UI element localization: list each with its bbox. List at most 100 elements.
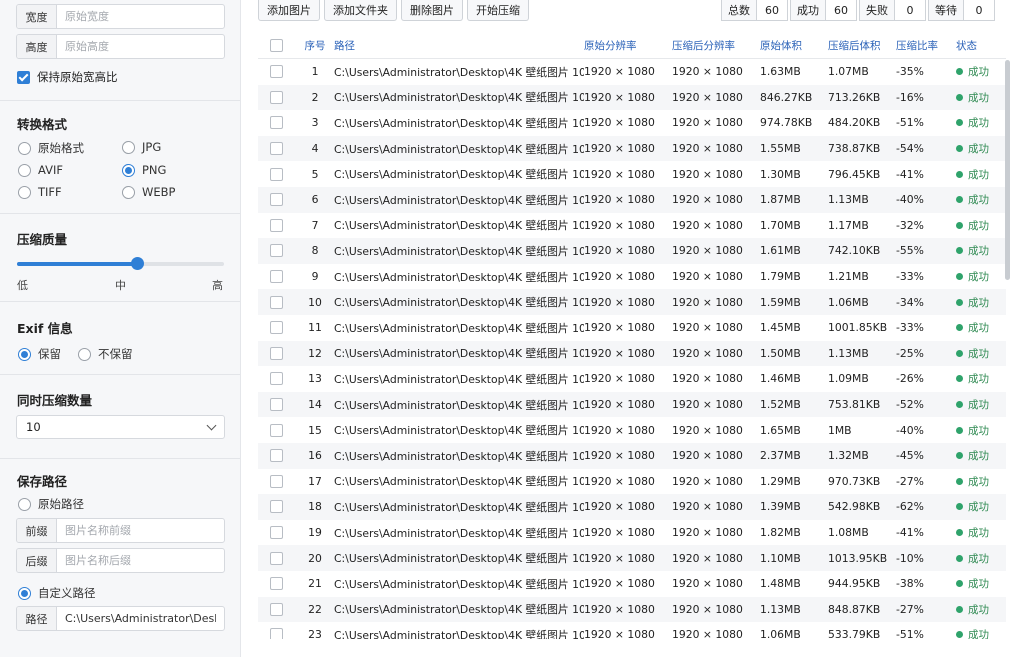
row-select[interactable]: [258, 577, 296, 591]
keep-ratio-checkbox[interactable]: 保持原始宽高比: [17, 69, 118, 85]
radio-icon[interactable]: [78, 347, 91, 361]
delete-image-button[interactable]: 删除图片: [401, 0, 463, 21]
row-select[interactable]: [258, 116, 296, 130]
save-path-original-option[interactable]: 原始路径: [18, 496, 84, 512]
checkbox-icon[interactable]: [270, 167, 283, 181]
concurrency-select[interactable]: 10: [16, 415, 225, 439]
width-field[interactable]: 宽度: [16, 4, 225, 29]
add-image-button[interactable]: 添加图片: [258, 0, 320, 21]
table-scrollbar[interactable]: [1005, 60, 1010, 280]
suffix-input[interactable]: [57, 554, 224, 567]
table-row[interactable]: 13 C:\Users\Administrator\Desktop\4K 壁纸图片…: [258, 366, 1006, 392]
header-orig-size[interactable]: 原始体积: [760, 38, 828, 53]
header-status[interactable]: 状态: [956, 38, 1006, 53]
checkbox-icon[interactable]: [270, 346, 283, 360]
checkbox-icon[interactable]: [270, 39, 283, 52]
format-option-avif[interactable]: AVIF: [18, 163, 63, 177]
start-compress-button[interactable]: 开始压缩: [467, 0, 529, 21]
checkbox-icon[interactable]: [270, 372, 283, 386]
table-row[interactable]: 10 C:\Users\Administrator\Desktop\4K 壁纸图片…: [258, 289, 1006, 315]
row-select[interactable]: [258, 398, 296, 412]
format-option-jpg[interactable]: JPG: [122, 140, 161, 154]
table-row[interactable]: 7 C:\Users\Administrator\Desktop\4K 壁纸图片 …: [258, 213, 1006, 239]
checkbox-icon[interactable]: [270, 142, 283, 156]
header-select-all[interactable]: [258, 39, 296, 52]
add-folder-button[interactable]: 添加文件夹: [324, 0, 397, 21]
row-select[interactable]: [258, 500, 296, 514]
format-option-png[interactable]: PNG: [122, 163, 166, 177]
radio-icon[interactable]: [18, 163, 31, 177]
table-row[interactable]: 17 C:\Users\Administrator\Desktop\4K 壁纸图片…: [258, 469, 1006, 495]
checkbox-icon[interactable]: [270, 500, 283, 514]
row-select[interactable]: [258, 218, 296, 232]
prefix-field[interactable]: 前缀: [16, 518, 225, 543]
row-select[interactable]: [258, 526, 296, 540]
custom-path-field[interactable]: 路径: [16, 606, 225, 631]
radio-icon[interactable]: [18, 185, 31, 199]
checkbox-icon[interactable]: [270, 65, 283, 79]
header-new-res[interactable]: 压缩后分辨率: [672, 38, 760, 53]
checkbox-icon[interactable]: [270, 602, 283, 616]
table-row[interactable]: 22 C:\Users\Administrator\Desktop\4K 壁纸图片…: [258, 596, 1006, 623]
radio-icon[interactable]: [122, 185, 135, 199]
checkbox-icon[interactable]: [270, 193, 283, 207]
table-row[interactable]: 2 C:\Users\Administrator\Desktop\4K 壁纸图片 …: [258, 84, 1006, 111]
row-select[interactable]: [258, 142, 296, 156]
table-row[interactable]: 15 C:\Users\Administrator\Desktop\4K 壁纸图片…: [258, 417, 1006, 443]
header-ratio[interactable]: 压缩比率: [896, 38, 956, 53]
row-select[interactable]: [258, 346, 296, 360]
row-select[interactable]: [258, 90, 296, 104]
header-index[interactable]: 序号: [296, 38, 334, 53]
row-select[interactable]: [258, 244, 296, 258]
checkbox-icon[interactable]: [270, 244, 283, 258]
table-row[interactable]: 6 C:\Users\Administrator\Desktop\4K 壁纸图片 …: [258, 187, 1006, 213]
table-row[interactable]: 4 C:\Users\Administrator\Desktop\4K 壁纸图片 …: [258, 135, 1006, 162]
checkbox-icon[interactable]: [270, 295, 283, 309]
row-select[interactable]: [258, 295, 296, 309]
width-input[interactable]: [57, 10, 224, 23]
table-row[interactable]: 12 C:\Users\Administrator\Desktop\4K 壁纸图片…: [258, 340, 1006, 367]
table-row[interactable]: 18 C:\Users\Administrator\Desktop\4K 壁纸图片…: [258, 494, 1006, 520]
row-select[interactable]: [258, 167, 296, 181]
radio-icon[interactable]: [18, 497, 31, 511]
table-row[interactable]: 11 C:\Users\Administrator\Desktop\4K 壁纸图片…: [258, 315, 1006, 341]
quality-slider[interactable]: [17, 257, 224, 270]
save-path-custom-option[interactable]: 自定义路径: [18, 585, 96, 601]
checkbox-icon[interactable]: [270, 449, 283, 463]
radio-icon[interactable]: [18, 141, 31, 155]
table-row[interactable]: 9 C:\Users\Administrator\Desktop\4K 壁纸图片 …: [258, 264, 1006, 290]
header-orig-res[interactable]: 原始分辨率: [584, 38, 672, 53]
row-select[interactable]: [258, 474, 296, 488]
checkbox-icon[interactable]: [270, 551, 283, 565]
table-row[interactable]: 20 C:\Users\Administrator\Desktop\4K 壁纸图片…: [258, 545, 1006, 571]
header-new-size[interactable]: 压缩后体积: [828, 38, 896, 53]
checkbox-icon[interactable]: [270, 218, 283, 232]
row-select[interactable]: [258, 270, 296, 284]
row-select[interactable]: [258, 193, 296, 207]
table-row[interactable]: 21 C:\Users\Administrator\Desktop\4K 壁纸图片…: [258, 571, 1006, 597]
radio-selected-icon[interactable]: [18, 347, 31, 361]
row-select[interactable]: [258, 65, 296, 79]
table-row[interactable]: 3 C:\Users\Administrator\Desktop\4K 壁纸图片 …: [258, 110, 1006, 136]
checkbox-icon[interactable]: [270, 423, 283, 437]
table-row[interactable]: 8 C:\Users\Administrator\Desktop\4K 壁纸图片 …: [258, 238, 1006, 264]
exif-option-discard[interactable]: 不保留: [78, 346, 133, 362]
row-select[interactable]: [258, 423, 296, 437]
checkbox-icon[interactable]: [270, 321, 283, 335]
row-select[interactable]: [258, 602, 296, 616]
row-select[interactable]: [258, 321, 296, 335]
checkbox-icon[interactable]: [270, 628, 283, 639]
radio-selected-icon[interactable]: [122, 163, 135, 177]
checkbox-icon[interactable]: [270, 116, 283, 130]
checkbox-icon[interactable]: [270, 90, 283, 104]
format-option-tiff[interactable]: TIFF: [18, 185, 62, 199]
radio-icon[interactable]: [122, 140, 135, 154]
table-row[interactable]: 19 C:\Users\Administrator\Desktop\4K 壁纸图片…: [258, 520, 1006, 546]
table-row[interactable]: 23 C:\Users\Administrator\Desktop\4K 壁纸图片…: [258, 622, 1006, 639]
header-path[interactable]: 路径: [334, 38, 584, 53]
row-select[interactable]: [258, 551, 296, 565]
exif-option-keep[interactable]: 保留: [18, 346, 61, 362]
path-input[interactable]: [57, 612, 224, 625]
table-row[interactable]: 16 C:\Users\Administrator\Desktop\4K 壁纸图片…: [258, 443, 1006, 469]
format-option-webp[interactable]: WEBP: [122, 185, 175, 199]
